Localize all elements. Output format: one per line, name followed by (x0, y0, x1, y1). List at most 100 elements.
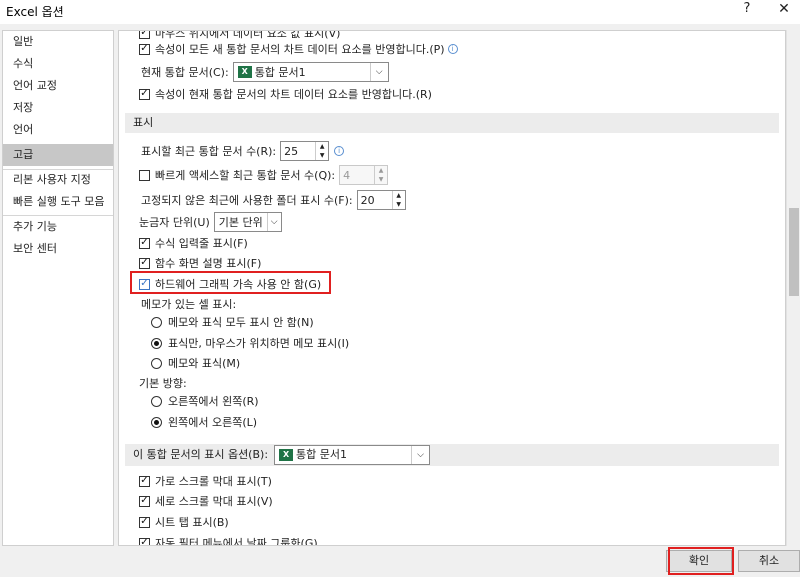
title-bar: Excel 옵션 ? ✕ (0, 0, 800, 24)
unpinned-folders-label: 고정되지 않은 최근에 사용한 폴더 표시 수(F): (141, 194, 353, 207)
option-formula-bar[interactable]: 수식 입력줄 표시(F) (139, 233, 248, 253)
unpinned-folders-spinner[interactable]: 20 ▲ ▼ (356, 190, 406, 210)
close-icon[interactable]: ✕ (774, 1, 794, 21)
sidebar-item-trust-center[interactable]: 보안 센터 (3, 238, 113, 260)
chevron-down-icon[interactable]: ⌵ (369, 63, 388, 81)
workbook-options-select[interactable]: X 통합 문서1 ⌵ (274, 445, 431, 465)
chevron-down-icon[interactable]: ⌵ (266, 213, 281, 231)
workbook-options-value: 통합 문서1 (296, 448, 348, 461)
comments-and-indicators-radio[interactable] (151, 357, 162, 369)
formula-bar-checkbox[interactable] (139, 237, 150, 249)
option-horizontal-scrollbar[interactable]: 가로 스크롤 막대 표시(T) (139, 471, 272, 491)
direction-header: 기본 방향: (139, 377, 187, 390)
props-current-label: 속성이 현재 통합 문서의 차트 데이터 요소를 반영합니다.(R) (155, 88, 432, 101)
function-screentips-label: 함수 화면 설명 표시(F) (155, 257, 262, 270)
sidebar-item-customize-ribbon[interactable]: 리본 사용자 지정 (3, 169, 113, 191)
indicators-only-radio[interactable] (151, 337, 162, 349)
comments-header-row: 메모가 있는 셀 표시: (141, 294, 236, 314)
recent-workbooks-value[interactable]: 25 (281, 145, 315, 158)
show-data-point-values-checkbox[interactable] (139, 31, 150, 39)
spin-up-icon[interactable]: ▲ (315, 142, 328, 151)
sidebar-item-quick-access-toolbar[interactable]: 빠른 실행 도구 모음 (3, 191, 113, 213)
left-to-right-radio[interactable] (151, 416, 162, 428)
ruler-units-value: 기본 단위 (218, 216, 263, 229)
cancel-button[interactable]: 취소 (738, 550, 800, 572)
horizontal-scrollbar-label: 가로 스크롤 막대 표시(T) (155, 475, 272, 488)
vertical-scrollbar-checkbox[interactable] (139, 495, 150, 507)
ruler-units-label: 눈금자 단위(U) (139, 216, 210, 229)
option-props-all-new-workbooks[interactable]: 속성이 모든 새 통합 문서의 차트 데이터 요소를 반영합니다.(P) i (139, 39, 458, 59)
unpinned-folders-row: 고정되지 않은 최근에 사용한 폴더 표시 수(F): 20 ▲ ▼ (141, 190, 406, 210)
recent-workbooks-spinner[interactable]: 25 ▲ ▼ (280, 141, 330, 161)
quick-access-checkbox[interactable] (139, 169, 150, 181)
sidebar-item-language[interactable]: 언어 (3, 119, 113, 141)
sheet-tabs-checkbox[interactable] (139, 516, 150, 528)
comments-and-indicators-label: 메모와 표식(M) (168, 357, 241, 370)
right-to-left-label: 오른쪽에서 왼쪽(R) (168, 395, 259, 408)
sidebar: 일반 수식 언어 교정 저장 언어 고급 리본 사용자 지정 빠른 실행 도구 … (2, 30, 114, 546)
quick-access-value: 4 (343, 168, 351, 182)
current-workbook-value: 통합 문서1 (254, 66, 306, 79)
sidebar-item-formulas[interactable]: 수식 (3, 53, 113, 75)
vertical-scrollbar-label: 세로 스크롤 막대 표시(V) (155, 495, 273, 508)
spin-down-icon[interactable]: ▼ (391, 200, 405, 209)
sidebar-item-general[interactable]: 일반 (3, 31, 113, 53)
current-workbook-row: 현재 통합 문서(C): X 통합 문서1 ⌵ (141, 62, 389, 82)
ruler-units-row: 눈금자 단위(U) 기본 단위 ⌵ (139, 212, 282, 232)
sheet-tabs-label: 시트 탭 표시(B) (155, 516, 229, 529)
option-function-screentips[interactable]: 함수 화면 설명 표시(F) (139, 253, 261, 273)
radio-comments-and-indicators[interactable]: 메모와 표식(M) (151, 353, 240, 373)
comments-header: 메모가 있는 셀 표시: (141, 298, 237, 311)
props-current-checkbox[interactable] (139, 88, 150, 100)
current-workbook-select[interactable]: X 통합 문서1 ⌵ (232, 62, 389, 82)
left-to-right-label: 왼쪽에서 오른쪽(L) (168, 416, 258, 429)
help-icon[interactable]: ? (740, 1, 754, 21)
excel-workbook-icon: X (237, 66, 252, 78)
workbook-options-label: 이 통합 문서의 표시 옵션(B): (133, 448, 269, 461)
sidebar-item-add-ins[interactable]: 추가 기능 (3, 216, 113, 238)
right-to-left-radio[interactable] (151, 395, 162, 407)
vertical-scrollbar[interactable] (786, 30, 800, 546)
radio-no-comments[interactable]: 메모와 표식 모두 표시 안 함(N) (151, 312, 314, 332)
quick-access-label: 빠르게 액세스할 최근 통합 문서 수(Q): (155, 169, 336, 182)
window-title: Excel 옵션 (6, 5, 64, 19)
highlight-box (668, 547, 734, 575)
props-all-new-label: 속성이 모든 새 통합 문서의 차트 데이터 요소를 반영합니다.(P) (155, 43, 445, 56)
scrollbar-thumb[interactable] (789, 208, 799, 296)
info-icon: i (334, 146, 345, 156)
group-dates-autofilter-label: 자동 필터 메뉴에서 날짜 그룹화(G) (155, 537, 318, 546)
spin-up-icon: ▲ (374, 166, 387, 175)
function-screentips-checkbox[interactable] (139, 257, 150, 269)
direction-header-row: 기본 방향: (139, 373, 187, 393)
recent-workbooks-row: 표시할 최근 통합 문서 수(R): 25 ▲ ▼ i (141, 141, 345, 161)
section-header-display: 표시 (125, 113, 779, 133)
no-comments-radio[interactable] (151, 316, 162, 328)
spin-down-icon: ▼ (374, 175, 387, 184)
formula-bar-label: 수식 입력줄 표시(F) (155, 237, 248, 250)
indicators-only-label: 표식만, 마우스가 위치하면 메모 표시(I) (168, 337, 350, 350)
option-vertical-scrollbar[interactable]: 세로 스크롤 막대 표시(V) (139, 491, 273, 511)
highlight-box (130, 271, 331, 294)
props-all-new-checkbox[interactable] (139, 43, 150, 55)
horizontal-scrollbar-checkbox[interactable] (139, 475, 150, 487)
spin-up-icon[interactable]: ▲ (391, 191, 405, 200)
section-header-workbook-options: 이 통합 문서의 표시 옵션(B): X 통합 문서1 ⌵ (125, 444, 779, 466)
current-workbook-label: 현재 통합 문서(C): (141, 66, 229, 79)
radio-indicators-only[interactable]: 표식만, 마우스가 위치하면 메모 표시(I) (151, 333, 349, 353)
quick-access-spinner: 4 ▲ ▼ (339, 165, 389, 185)
option-props-current-workbook[interactable]: 속성이 현재 통합 문서의 차트 데이터 요소를 반영합니다.(R) (139, 84, 432, 104)
quick-access-row: 빠르게 액세스할 최근 통합 문서 수(Q): 4 ▲ ▼ (139, 165, 389, 185)
ruler-units-select[interactable]: 기본 단위 ⌵ (213, 212, 282, 232)
sidebar-item-advanced[interactable]: 고급 (3, 144, 113, 166)
spin-down-icon[interactable]: ▼ (315, 151, 328, 160)
info-icon: i (447, 44, 458, 54)
unpinned-folders-value[interactable]: 20 (358, 194, 392, 207)
radio-right-to-left[interactable]: 오른쪽에서 왼쪽(R) (151, 391, 259, 411)
option-group-dates-autofilter[interactable]: 자동 필터 메뉴에서 날짜 그룹화(G) (139, 533, 318, 546)
chevron-down-icon[interactable]: ⌵ (411, 446, 429, 464)
sidebar-item-save[interactable]: 저장 (3, 97, 113, 119)
group-dates-autofilter-checkbox[interactable] (139, 537, 150, 545)
radio-left-to-right[interactable]: 왼쪽에서 오른쪽(L) (151, 412, 257, 432)
option-sheet-tabs[interactable]: 시트 탭 표시(B) (139, 512, 229, 532)
sidebar-item-proofing[interactable]: 언어 교정 (3, 75, 113, 97)
